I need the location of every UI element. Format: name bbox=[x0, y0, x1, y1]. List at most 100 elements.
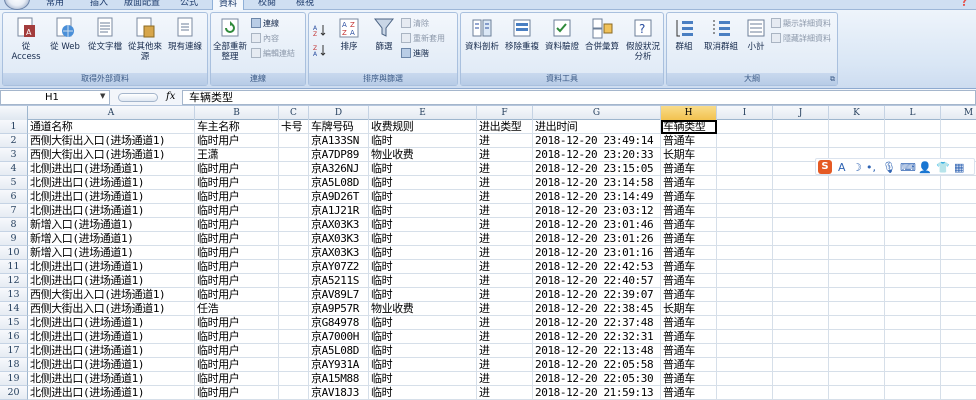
sort-button[interactable]: AZZA 排序 bbox=[333, 16, 365, 72]
insert-function-icon[interactable]: fx bbox=[166, 91, 175, 102]
shirt-icon[interactable]: 👕 bbox=[936, 159, 950, 176]
cell-g1[interactable]: 进出时间 bbox=[533, 120, 661, 134]
row-header[interactable]: 20 bbox=[0, 386, 28, 400]
cell-g7[interactable]: 2018-12-20 23:03:12 bbox=[533, 204, 661, 218]
cell-k17[interactable] bbox=[829, 344, 885, 358]
cell-e2[interactable]: 临时 bbox=[369, 134, 477, 148]
cell-c11[interactable] bbox=[279, 260, 309, 274]
cell-f13[interactable]: 进 bbox=[477, 288, 533, 302]
cell-d11[interactable]: 京AY07Z2 bbox=[309, 260, 369, 274]
cell-e9[interactable]: 临时 bbox=[369, 232, 477, 246]
cell-m5[interactable] bbox=[941, 176, 976, 190]
cell-m12[interactable] bbox=[941, 274, 976, 288]
cell-m20[interactable] bbox=[941, 386, 976, 400]
help-icon[interactable]: ❓ bbox=[959, 0, 970, 7]
cell-d16[interactable]: 京A7000H bbox=[309, 330, 369, 344]
cell-b20[interactable]: 临时用户 bbox=[195, 386, 279, 400]
show-detail-button[interactable]: 顯示詳細資料 bbox=[771, 17, 831, 30]
user-icon[interactable]: 👤 bbox=[918, 159, 932, 176]
cell-d3[interactable]: 京A7DP89 bbox=[309, 148, 369, 162]
column-header-a[interactable]: A bbox=[28, 106, 195, 120]
cell-c13[interactable] bbox=[279, 288, 309, 302]
cell-j6[interactable] bbox=[773, 190, 829, 204]
cell-l10[interactable] bbox=[885, 246, 941, 260]
cell-b14[interactable]: 任浩 bbox=[195, 302, 279, 316]
cell-c14[interactable] bbox=[279, 302, 309, 316]
cell-m17[interactable] bbox=[941, 344, 976, 358]
cell-f1[interactable]: 进出类型 bbox=[477, 120, 533, 134]
cell-k6[interactable] bbox=[829, 190, 885, 204]
cell-i4[interactable] bbox=[717, 162, 773, 176]
cell-e17[interactable]: 临时 bbox=[369, 344, 477, 358]
cell-i19[interactable] bbox=[717, 372, 773, 386]
cell-d4[interactable]: 京A326NJ bbox=[309, 162, 369, 176]
row-header[interactable]: 8 bbox=[0, 218, 28, 232]
cell-g19[interactable]: 2018-12-20 22:05:30 bbox=[533, 372, 661, 386]
sogou-logo-icon[interactable]: S bbox=[818, 160, 832, 174]
cell-a20[interactable]: 北侧进出口(进场通道1) bbox=[28, 386, 195, 400]
column-header-g[interactable]: G bbox=[533, 106, 661, 120]
cell-i15[interactable] bbox=[717, 316, 773, 330]
cell-a17[interactable]: 北侧进出口(进场通道1) bbox=[28, 344, 195, 358]
cell-b11[interactable]: 临时用户 bbox=[195, 260, 279, 274]
cell-e3[interactable]: 物业收费 bbox=[369, 148, 477, 162]
tab-review[interactable]: 校閱 bbox=[258, 0, 276, 10]
cell-b18[interactable]: 临时用户 bbox=[195, 358, 279, 372]
cell-m7[interactable] bbox=[941, 204, 976, 218]
cell-m19[interactable] bbox=[941, 372, 976, 386]
cell-g8[interactable]: 2018-12-20 23:01:46 bbox=[533, 218, 661, 232]
cell-a19[interactable]: 北侧进出口(进场通道1) bbox=[28, 372, 195, 386]
cell-b16[interactable]: 临时用户 bbox=[195, 330, 279, 344]
edit-links-button[interactable]: 編輯連結 bbox=[251, 47, 295, 60]
cell-a12[interactable]: 北侧进出口(进场通道1) bbox=[28, 274, 195, 288]
cell-c2[interactable] bbox=[279, 134, 309, 148]
cell-d8[interactable]: 京AX03K3 bbox=[309, 218, 369, 232]
cell-l15[interactable] bbox=[885, 316, 941, 330]
cell-h5[interactable]: 普通车 bbox=[661, 176, 717, 190]
keyboard-icon[interactable]: ⌨ bbox=[900, 159, 916, 176]
sort-descending-button[interactable]: ZA bbox=[313, 43, 327, 58]
from-access-button[interactable]: A 從 Access bbox=[7, 16, 45, 72]
what-if-analysis-button[interactable]: ? 假設狀況分析 bbox=[623, 16, 663, 72]
cell-l7[interactable] bbox=[885, 204, 941, 218]
cell-b17[interactable]: 临时用户 bbox=[195, 344, 279, 358]
row-header[interactable]: 9 bbox=[0, 232, 28, 246]
cell-h12[interactable]: 普通车 bbox=[661, 274, 717, 288]
cell-f11[interactable]: 进 bbox=[477, 260, 533, 274]
cell-h19[interactable]: 普通车 bbox=[661, 372, 717, 386]
cell-l18[interactable] bbox=[885, 358, 941, 372]
cell-d18[interactable]: 京AY931A bbox=[309, 358, 369, 372]
cell-g11[interactable]: 2018-12-20 22:42:53 bbox=[533, 260, 661, 274]
cell-f19[interactable]: 进 bbox=[477, 372, 533, 386]
row-header[interactable]: 17 bbox=[0, 344, 28, 358]
cell-f7[interactable]: 进 bbox=[477, 204, 533, 218]
tab-home[interactable]: 常用 bbox=[46, 0, 64, 10]
cell-j11[interactable] bbox=[773, 260, 829, 274]
cell-b4[interactable]: 临时用户 bbox=[195, 162, 279, 176]
cell-l2[interactable] bbox=[885, 134, 941, 148]
cell-k16[interactable] bbox=[829, 330, 885, 344]
cell-h4[interactable]: 普通车 bbox=[661, 162, 717, 176]
cell-h16[interactable]: 普通车 bbox=[661, 330, 717, 344]
cell-l5[interactable] bbox=[885, 176, 941, 190]
refresh-all-button[interactable]: 全部重新整理 bbox=[213, 16, 247, 72]
cell-m15[interactable] bbox=[941, 316, 976, 330]
column-header-l[interactable]: L bbox=[885, 106, 941, 120]
column-header-h[interactable]: H bbox=[661, 106, 717, 120]
cell-h11[interactable]: 普通车 bbox=[661, 260, 717, 274]
row-header[interactable]: 2 bbox=[0, 134, 28, 148]
cell-f14[interactable]: 进 bbox=[477, 302, 533, 316]
cell-f5[interactable]: 进 bbox=[477, 176, 533, 190]
cell-k13[interactable] bbox=[829, 288, 885, 302]
row-header[interactable]: 14 bbox=[0, 302, 28, 316]
cell-a18[interactable]: 北侧进出口(进场通道1) bbox=[28, 358, 195, 372]
cell-m13[interactable] bbox=[941, 288, 976, 302]
cell-j7[interactable] bbox=[773, 204, 829, 218]
cell-c8[interactable] bbox=[279, 218, 309, 232]
cell-m11[interactable] bbox=[941, 260, 976, 274]
cell-c16[interactable] bbox=[279, 330, 309, 344]
cell-e14[interactable]: 物业收费 bbox=[369, 302, 477, 316]
cell-a16[interactable]: 北侧进出口(进场通道1) bbox=[28, 330, 195, 344]
row-header[interactable]: 10 bbox=[0, 246, 28, 260]
cell-f17[interactable]: 进 bbox=[477, 344, 533, 358]
